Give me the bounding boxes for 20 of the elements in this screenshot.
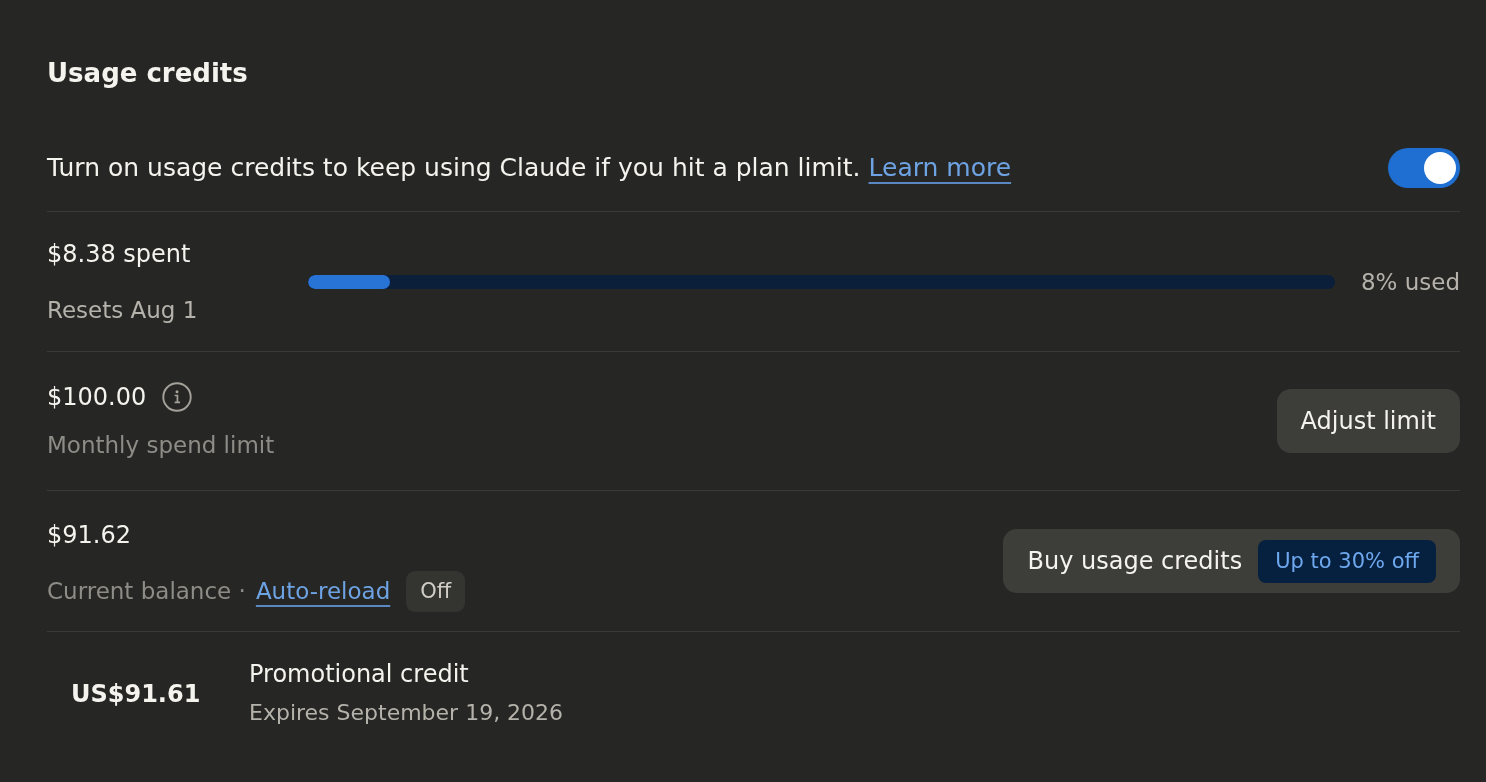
balance-label: Current balance · — [47, 577, 246, 606]
adjust-limit-button[interactable]: Adjust limit — [1276, 389, 1460, 453]
balance-amount: $91.62 — [47, 520, 131, 549]
reset-date: Resets Aug 1 — [47, 297, 198, 323]
credit-name: Promotional credit — [249, 659, 469, 688]
usage-percent: 8% used — [1360, 268, 1460, 295]
info-icon[interactable] — [162, 381, 193, 412]
description-text: Turn on usage credits to keep using Claude if you hit a plan limit. Learn more — [47, 151, 1012, 184]
discount-badge: Up to 30% off — [1258, 539, 1436, 583]
buy-credits-button[interactable]: Buy usage credits Up to 30% off — [1002, 529, 1460, 593]
auto-reload-status: Off — [406, 570, 466, 612]
auto-reload-link[interactable]: Auto-reload — [255, 575, 391, 607]
spent-amount: $8.38 spent — [47, 240, 191, 268]
credit-expiry: Expires September 19, 2026 — [249, 699, 564, 725]
learn-more-link[interactable]: Learn more — [868, 152, 1012, 182]
section-title: Usage credits — [47, 58, 248, 88]
limit-label: Monthly spend limit — [47, 431, 275, 458]
limit-amount: $100.00 — [47, 381, 147, 413]
credit-amount: US$91.61 — [71, 680, 201, 708]
toggle-switch[interactable] — [1388, 147, 1460, 188]
